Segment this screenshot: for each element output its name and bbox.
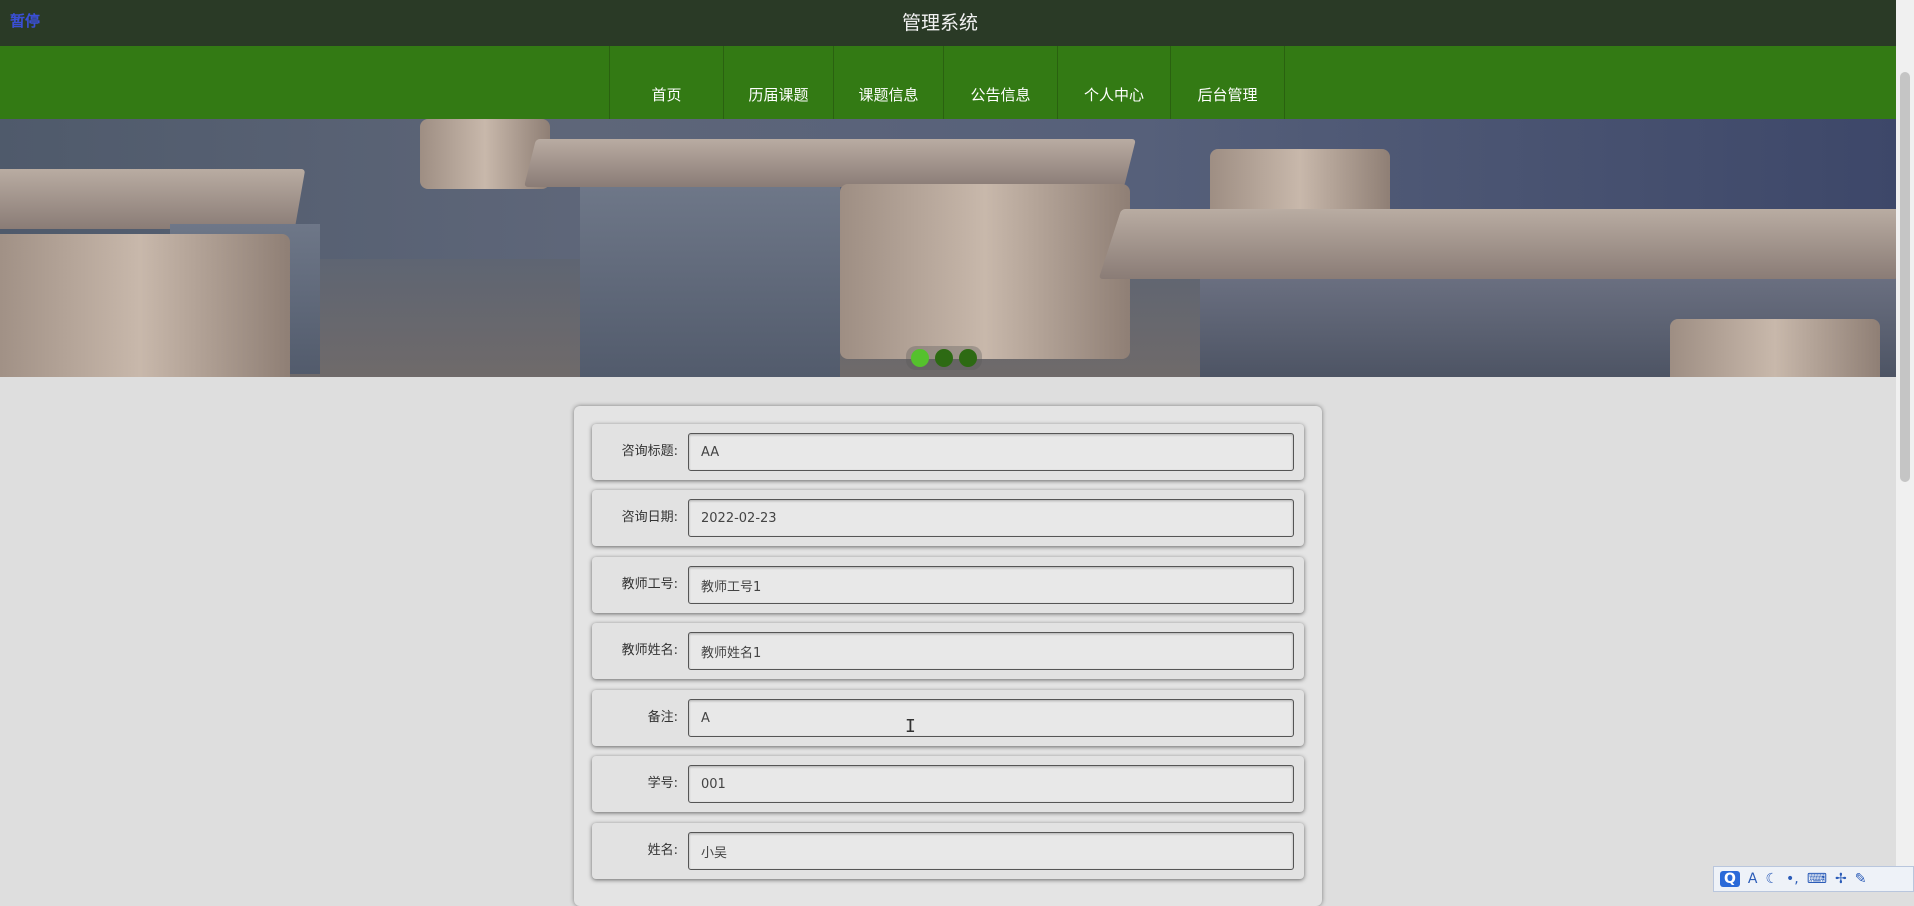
- student-name-input[interactable]: [688, 832, 1294, 870]
- page-scrollbar[interactable]: [1896, 0, 1914, 892]
- banner-desk-side: [580, 187, 840, 377]
- ime-q-icon[interactable]: Q: [1720, 871, 1740, 887]
- scrollbar-thumb[interactable]: [1900, 72, 1910, 482]
- form-row-teacher-id: 教师工号:: [592, 557, 1304, 613]
- nav-list: 首页 历届课题 课题信息 公告信息 个人中心 后台管理: [609, 46, 1285, 119]
- keyboard-icon[interactable]: ⌨: [1807, 871, 1827, 887]
- field-label: 咨询日期:: [621, 510, 678, 525]
- wrench-icon[interactable]: ✎: [1855, 871, 1867, 887]
- carousel-dot-2[interactable]: [935, 349, 953, 367]
- text-cursor-icon: I: [905, 716, 916, 737]
- nav-item-personal-center[interactable]: 个人中心: [1058, 46, 1171, 119]
- nav-item-home[interactable]: 首页: [610, 46, 724, 119]
- remarks-input[interactable]: [688, 699, 1294, 737]
- carousel-dot-3[interactable]: [959, 349, 977, 367]
- tools-icon[interactable]: ✢: [1835, 871, 1847, 887]
- field-label: 学号:: [647, 776, 678, 791]
- carousel-dot-1[interactable]: [911, 349, 929, 367]
- ime-font-icon[interactable]: A: [1748, 871, 1758, 887]
- punctuation-icon[interactable]: •,: [1786, 871, 1799, 887]
- banner-desk: [0, 169, 306, 229]
- field-label: 备注:: [647, 710, 678, 725]
- top-bar: 暂停 管理系统: [0, 0, 1914, 46]
- nav-item-topic-info[interactable]: 课题信息: [834, 46, 944, 119]
- form-row-teacher-name: 教师姓名:: [592, 623, 1304, 679]
- consultation-form: 咨询标题: 咨询日期: 教师工号: 教师姓名: 备注: 学号: 姓名:: [574, 406, 1322, 906]
- form-row-remarks: 备注:: [592, 690, 1304, 746]
- moon-icon[interactable]: ☾: [1765, 871, 1778, 887]
- field-label: 姓名:: [647, 843, 678, 858]
- form-row-date: 咨询日期:: [592, 490, 1304, 546]
- banner-desk: [1098, 209, 1896, 279]
- field-label: 教师工号:: [621, 577, 678, 592]
- form-row-title: 咨询标题:: [592, 424, 1304, 480]
- banner-chair: [840, 184, 1130, 359]
- consult-date-input[interactable]: [688, 499, 1294, 537]
- field-label: 咨询标题:: [621, 444, 678, 459]
- teacher-id-input[interactable]: [688, 566, 1294, 604]
- teacher-name-input[interactable]: [688, 632, 1294, 670]
- consult-title-input[interactable]: [688, 433, 1294, 471]
- nav-item-admin[interactable]: 后台管理: [1171, 46, 1285, 119]
- nav-item-past-topics[interactable]: 历届课题: [724, 46, 834, 119]
- field-label: 教师姓名:: [621, 643, 678, 658]
- student-id-input[interactable]: [688, 765, 1294, 803]
- nav-bar: 首页 历届课题 课题信息 公告信息 个人中心 后台管理: [0, 46, 1896, 119]
- ime-toolbar: Q A ☾ •, ⌨ ✢ ✎: [1713, 866, 1914, 892]
- banner-carousel: [0, 119, 1896, 377]
- form-row-student-id: 学号:: [592, 756, 1304, 812]
- form-row-student-name: 姓名:: [592, 823, 1304, 879]
- nav-item-notices[interactable]: 公告信息: [944, 46, 1058, 119]
- banner-desk: [524, 139, 1136, 187]
- site-title: 管理系统: [901, 12, 978, 34]
- banner-chair: [0, 234, 290, 377]
- carousel-dots: [906, 346, 982, 370]
- banner-chair: [1670, 319, 1880, 377]
